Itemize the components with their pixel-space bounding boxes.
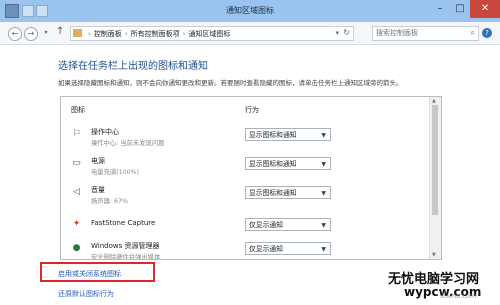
faststone-icon: ✦	[72, 219, 81, 229]
behavior-select[interactable]: 显示图标和通知 ▼	[245, 186, 331, 199]
search-box[interactable]: ⌕	[372, 26, 479, 41]
item-name: 电源	[91, 157, 105, 165]
scrollbar-thumb[interactable]	[432, 105, 438, 215]
page-title: 选择在任务栏上出现的图标和通知	[58, 61, 208, 72]
column-header-icon: 图标	[71, 106, 85, 114]
flag-icon: ⚐	[72, 129, 81, 139]
speaker-icon: ◁	[73, 187, 80, 197]
scroll-up-icon[interactable]: ▲	[432, 98, 436, 104]
item-name: 音量	[91, 186, 105, 194]
list-item: ⚐ 操作中心 操作中心: 当前未发现问题 显示图标和通知 ▼	[61, 125, 429, 155]
usb-icon: ●	[72, 243, 81, 253]
list-item: ● Windows 资源管理器 安全删除硬件并弹出媒体 仅显示通知 ▼	[61, 239, 429, 260]
list-item: ◁ 音量 扬声器: 67% 显示图标和通知 ▼	[61, 183, 429, 213]
minimize-button[interactable]: –	[430, 0, 450, 18]
chevron-down-icon: ▼	[321, 132, 326, 139]
breadcrumb-item[interactable]: 通知区域图标	[188, 30, 230, 38]
maximize-button[interactable]: □	[450, 0, 470, 18]
restore-defaults-link[interactable]: 还原默认图标行为	[58, 289, 114, 299]
window-title: 通知区域图标	[226, 6, 274, 15]
list-item: ▭ 电源 电量充满(100%) 显示图标和通知 ▼	[61, 154, 429, 184]
battery-icon: ▭	[72, 158, 81, 168]
close-button[interactable]: ✕	[470, 0, 500, 18]
watermark-faint: xuenb.com	[440, 292, 477, 300]
title-bar: 通知区域图标 – □ ✕	[0, 0, 500, 23]
breadcrumb[interactable]: › 控制面板 › 所有控制面板项 › 通知区域图标 ▾ ↻	[70, 26, 354, 41]
item-status: 安全删除硬件并弹出媒体	[91, 254, 161, 260]
address-dropdown-icon[interactable]: ▾	[335, 29, 339, 37]
item-status: 操作中心: 当前未发现问题	[91, 140, 165, 147]
up-arrow-icon[interactable]: ↑	[56, 26, 64, 37]
item-status: 电量充满(100%)	[91, 169, 140, 176]
column-header-behavior: 行为	[245, 106, 259, 114]
address-bar: ← → ▾ ↑ ›控制面板›所有控制面板项›通知区域图标 ▾ ↻ ⌕ ?	[0, 22, 500, 45]
help-icon[interactable]: ?	[482, 28, 492, 38]
history-dropdown-icon[interactable]: ▾	[40, 27, 52, 39]
chevron-down-icon: ▼	[321, 246, 326, 253]
behavior-select[interactable]: 显示图标和通知 ▼	[245, 157, 331, 170]
item-name: FastStone Capture	[91, 219, 156, 227]
item-name: Windows 资源管理器	[91, 242, 160, 250]
chevron-down-icon: ▼	[321, 190, 326, 197]
scrollbar[interactable]: ▲ ▼	[429, 97, 441, 259]
item-name: 操作中心	[91, 128, 119, 136]
refresh-icon[interactable]: ↻	[343, 28, 350, 37]
page-description: 如果选择隐藏图标和通知，则不会向你通知更改和更新。若要随时查看隐藏的图标，请单击…	[58, 79, 403, 87]
chevron-down-icon: ▼	[321, 161, 326, 168]
control-panel-icon	[73, 29, 82, 37]
search-input[interactable]	[373, 27, 462, 39]
system-icons-link[interactable]: 启用或关闭系统图标	[58, 269, 121, 279]
behavior-select[interactable]: 仅显示通知 ▼	[245, 218, 331, 231]
behavior-select[interactable]: 显示图标和通知 ▼	[245, 128, 331, 141]
behavior-select[interactable]: 仅显示通知 ▼	[245, 242, 331, 255]
item-status: 扬声器: 67%	[91, 198, 129, 205]
forward-arrow-icon[interactable]: →	[24, 27, 38, 41]
icon-list-panel: 图标 行为 ⚐ 操作中心 操作中心: 当前未发现问题 显示图标和通知 ▼ ▭ 电源…	[60, 96, 442, 260]
search-icon[interactable]: ⌕	[471, 28, 475, 38]
scroll-down-icon[interactable]: ▼	[432, 252, 436, 258]
breadcrumb-item[interactable]: 所有控制面板项	[131, 30, 180, 38]
chevron-down-icon: ▼	[321, 222, 326, 229]
breadcrumb-item[interactable]: 控制面板	[94, 30, 122, 38]
back-arrow-icon[interactable]: ←	[8, 27, 22, 41]
